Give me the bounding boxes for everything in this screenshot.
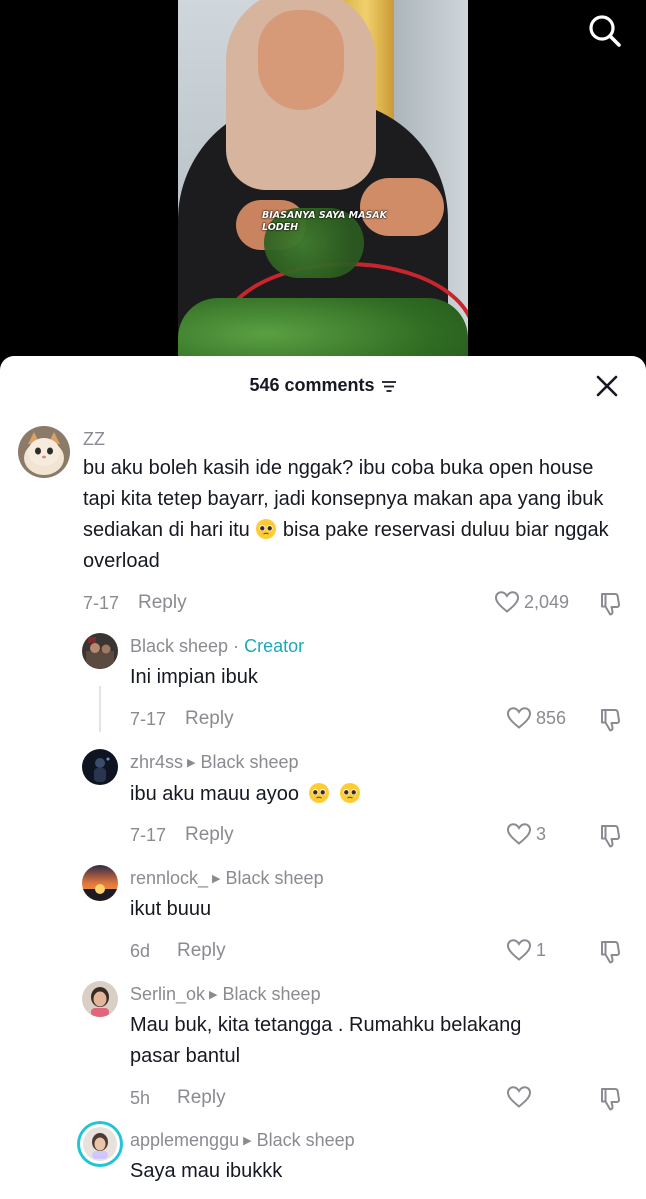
badge-separator: · — [233, 636, 240, 656]
avatar[interactable] — [18, 426, 70, 478]
like-button[interactable]: 1 — [506, 938, 546, 962]
creator-badge: Creator — [244, 636, 305, 656]
comment-text-line: pasar bantul — [130, 1045, 241, 1067]
comment-username-row: applemenggu ▶ Black sheep — [130, 1130, 355, 1151]
like-count: 1 — [536, 939, 547, 960]
reply-to-username[interactable]: Black sheep — [223, 984, 321, 1004]
heart-outline-icon — [506, 823, 532, 845]
reply-button[interactable]: Reply — [177, 940, 226, 962]
reply-arrow-icon: ▶ — [187, 757, 196, 769]
thread-line — [99, 686, 101, 732]
like-button[interactable]: 856 — [506, 706, 566, 730]
search-icon[interactable] — [586, 12, 624, 50]
video-frame[interactable]: BIASANYA SAYA MASAK LODEH — [178, 0, 468, 380]
thumbs-down-icon[interactable] — [598, 706, 626, 734]
video-caption: BIASANYA SAYA MASAK LODEH — [262, 210, 402, 234]
comment-text-part: ibu aku mauu ayoo — [130, 783, 300, 805]
heart-outline-icon — [506, 939, 532, 961]
comment-text: Mau buk, kita tetangga . Rumahku belakan… — [130, 1010, 620, 1072]
comment-count: 546 comments — [249, 375, 375, 395]
comment-username-row: zhr4ss ▶ Black sheep — [130, 752, 299, 773]
comment-username[interactable]: applemenggu — [130, 1130, 239, 1150]
reply-button[interactable]: Reply — [185, 824, 234, 846]
video-person-face — [258, 10, 344, 110]
avatar[interactable] — [82, 633, 118, 669]
pleading-face-emoji — [308, 783, 329, 803]
avatar-sunset-image — [82, 865, 118, 901]
comment-date: 7-17 — [130, 709, 167, 729]
like-count: 2,049 — [524, 591, 570, 612]
heart-outline-icon — [506, 1086, 532, 1108]
comment-username-row: rennlock_ ▶ Black sheep — [130, 868, 324, 889]
reply-button[interactable]: Reply — [185, 708, 234, 730]
comment-username[interactable]: Serlin_ok — [130, 984, 205, 1004]
comment-text-line: Mau buk, kita tetangga . Rumahku belakan… — [130, 1014, 522, 1036]
video-caption-line: LODEH — [262, 222, 299, 233]
comments-header: 546 comments — [0, 356, 646, 414]
comment-text: bu aku boleh kasih ide nggak? ibu coba b… — [83, 453, 623, 577]
avatar[interactable] — [77, 1121, 123, 1167]
comment-username-row: Black sheep · Creator — [130, 636, 304, 657]
comment-username-row: Serlin_ok ▶ Black sheep — [130, 984, 321, 1005]
avatar-image — [82, 981, 118, 1017]
comment-date: 6d — [130, 941, 151, 961]
heart-outline-icon — [506, 707, 532, 729]
comment-username[interactable]: rennlock_ — [130, 868, 208, 888]
thumbs-down-icon[interactable] — [598, 1085, 626, 1113]
like-button[interactable] — [506, 1085, 536, 1109]
like-count: 3 — [536, 823, 547, 844]
avatar[interactable] — [82, 981, 118, 1017]
reply-to-username[interactable]: Black sheep — [257, 1130, 355, 1150]
comment-username[interactable]: zhr4ss — [130, 752, 183, 772]
sort-button[interactable]: 546 comments — [249, 375, 396, 396]
reply-to-username[interactable]: Black sheep — [200, 752, 298, 772]
avatar-image — [82, 633, 118, 669]
thumbs-down-icon[interactable] — [598, 938, 626, 966]
avatar[interactable] — [82, 749, 118, 785]
sort-icon — [381, 380, 396, 392]
avatar-story-ring-image — [77, 1121, 123, 1167]
comment-text: ikut buuu — [130, 898, 212, 920]
close-icon[interactable] — [594, 373, 620, 399]
like-button[interactable]: 3 — [506, 822, 546, 846]
comment-text: Saya mau ibukkk — [130, 1160, 283, 1182]
avatar-image — [82, 749, 118, 785]
like-count: 856 — [536, 707, 567, 728]
reply-to-username[interactable]: Black sheep — [226, 868, 324, 888]
comment-date: 5h — [130, 1088, 151, 1108]
avatar[interactable] — [82, 865, 118, 901]
comment-username[interactable]: Black sheep — [130, 636, 228, 656]
reply-button[interactable]: Reply — [177, 1087, 226, 1109]
heart-outline-icon — [494, 591, 520, 613]
video-player[interactable]: BIASANYA SAYA MASAK LODEH — [0, 0, 646, 380]
avatar-cat-image — [18, 426, 70, 478]
comment-date: 7-17 — [83, 593, 120, 613]
comment-count-row: 546 comments — [0, 375, 646, 396]
like-button[interactable]: 2,049 — [494, 590, 569, 614]
comment-username[interactable]: ZZ — [83, 429, 105, 450]
comment-date: 7-17 — [130, 825, 167, 845]
reply-arrow-icon: ▶ — [209, 989, 218, 1001]
pleading-face-emoji — [340, 783, 361, 803]
pleading-face-emoji — [256, 519, 277, 539]
reply-arrow-icon: ▶ — [243, 1135, 252, 1147]
reply-button[interactable]: Reply — [138, 592, 187, 614]
comment-text: ibu aku mauu ayoo — [130, 779, 361, 810]
thumbs-down-icon[interactable] — [598, 590, 626, 618]
comment-text: Ini impian ibuk — [130, 666, 258, 688]
reply-arrow-icon: ▶ — [212, 873, 221, 885]
thumbs-down-icon[interactable] — [598, 822, 626, 850]
video-caption-line: BIASANYA SAYA MASAK — [262, 210, 387, 221]
